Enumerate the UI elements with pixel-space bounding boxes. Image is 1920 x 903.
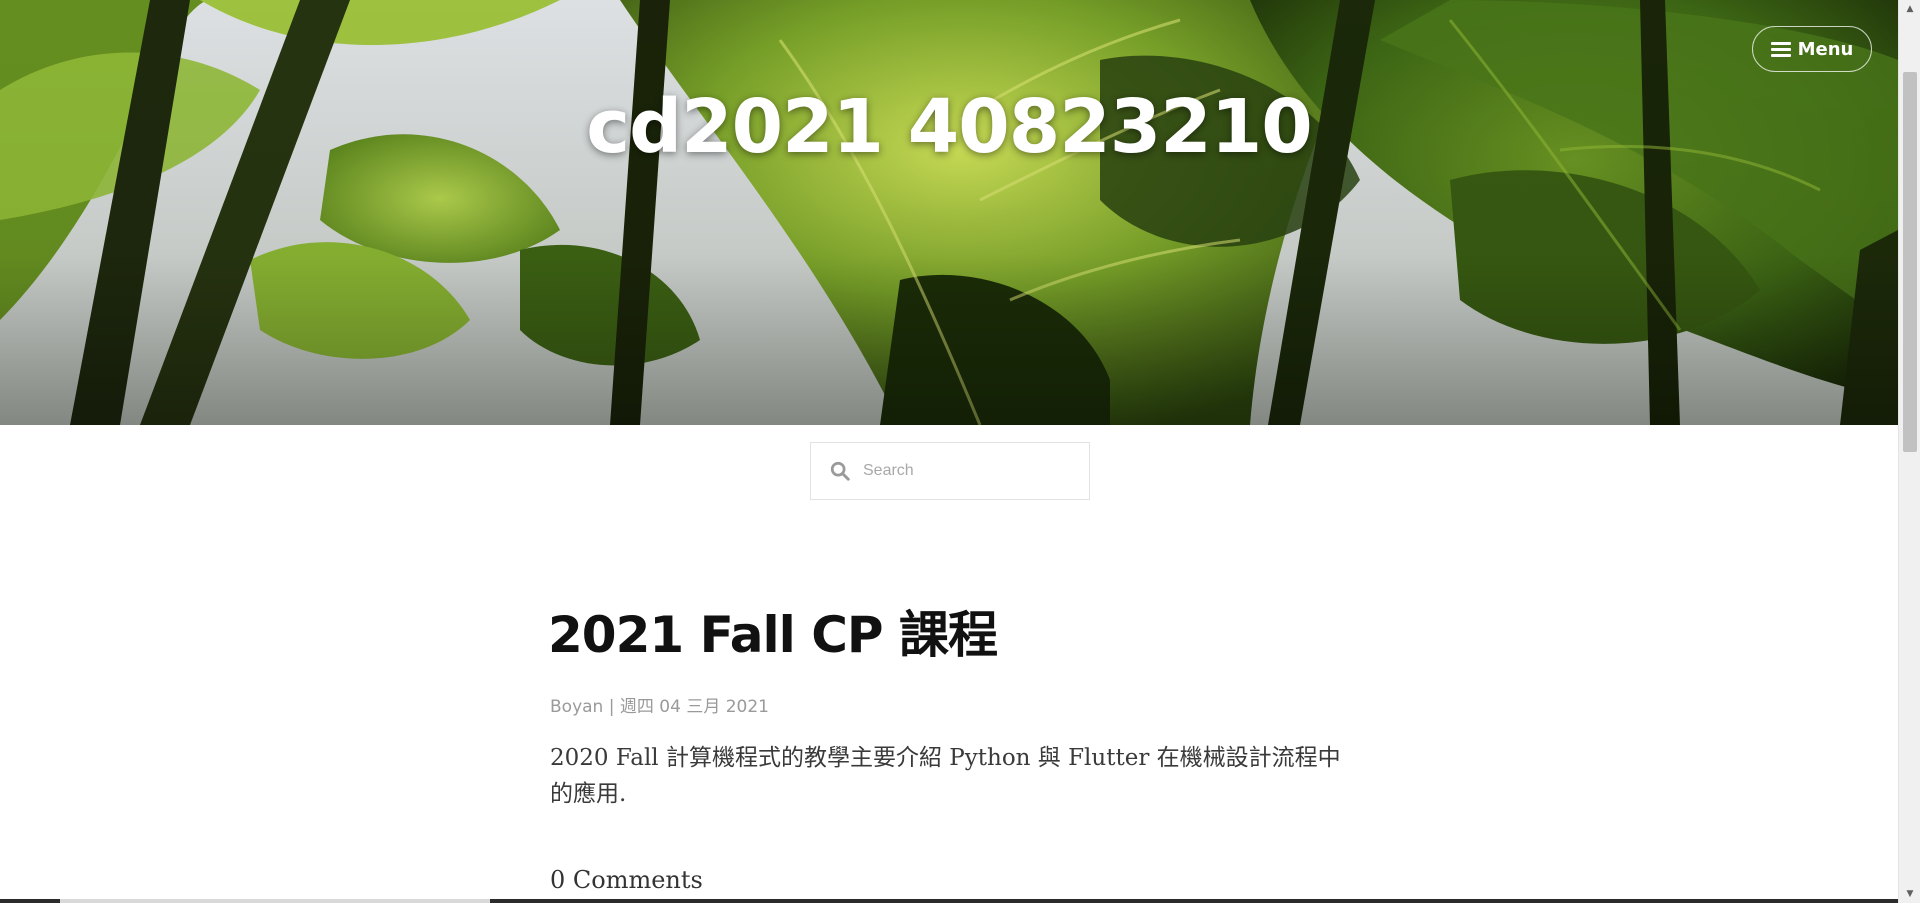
hamburger-icon bbox=[1770, 41, 1791, 57]
search-box[interactable] bbox=[810, 442, 1090, 500]
hero-shade bbox=[0, 0, 1898, 425]
bottom-edge-strip bbox=[0, 899, 1898, 903]
search-icon bbox=[830, 461, 850, 481]
scroll-thumb[interactable] bbox=[1903, 72, 1917, 452]
meta-separator: | bbox=[608, 697, 615, 717]
vertical-scrollbar[interactable]: ▲ ▼ bbox=[1898, 0, 1920, 903]
post-author-link[interactable]: Boyan bbox=[550, 697, 603, 717]
hero-banner: cd2021 40823210 Menu bbox=[0, 0, 1898, 425]
comments-link[interactable]: 0 Comments bbox=[550, 868, 703, 892]
post-title[interactable]: 2021 Fall CP 課程 bbox=[548, 610, 998, 660]
menu-button[interactable]: Menu bbox=[1752, 26, 1872, 72]
scroll-up-arrow-icon[interactable]: ▲ bbox=[1899, 0, 1920, 18]
scroll-down-arrow-icon[interactable]: ▼ bbox=[1899, 885, 1920, 903]
search-input[interactable] bbox=[861, 461, 1065, 481]
post-excerpt: 2020 Fall 計算機程式的教學主要介紹 Python 與 Flutter … bbox=[550, 745, 1341, 807]
page: cd2021 40823210 Menu 2021 Fall CP 課程 Boy… bbox=[0, 0, 1920, 903]
post-date: 週四 04 三月 2021 bbox=[619, 697, 769, 717]
menu-label: Menu bbox=[1797, 38, 1854, 60]
site-title[interactable]: cd2021 40823210 bbox=[0, 90, 1898, 164]
post-meta: Boyan | 週四 04 三月 2021 bbox=[550, 692, 769, 717]
